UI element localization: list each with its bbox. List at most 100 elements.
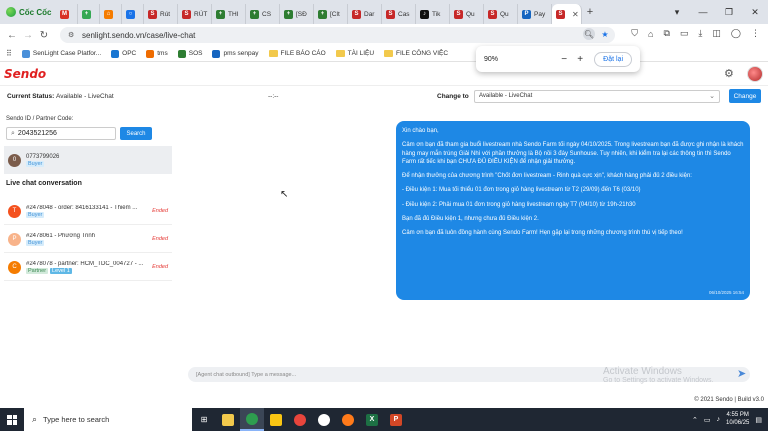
conversation-item[interactable]: P #2478061 - Phương Trinh Buyer Ended: [4, 226, 172, 253]
chat-message-bubble: Xin chào bạn, Cảm ơn bạn đã tham gia buổi…: [396, 121, 750, 300]
send-icon[interactable]: ➤: [737, 367, 746, 380]
close-window-button[interactable]: ✕: [742, 7, 768, 18]
conversation-body: #2478048 - order: 8416133141 - Thiềm ...…: [26, 205, 172, 218]
bookmark-item[interactable]: tms: [146, 49, 168, 58]
profile-icon[interactable]: ◯: [731, 28, 741, 39]
browser-tab[interactable]: P Pay: [518, 4, 552, 24]
browser-tab[interactable]: +: [78, 4, 100, 24]
buyer-badge: Buyer: [26, 211, 45, 218]
browser-tab[interactable]: S Cas: [382, 4, 416, 24]
user-avatar[interactable]: [747, 66, 763, 82]
tab-label: THI: [228, 10, 239, 18]
download-icon[interactable]: ⤓: [698, 28, 702, 39]
activate-windows-watermark: Activate Windows Go to Settings to activ…: [603, 366, 714, 385]
browser-tab[interactable]: M: [56, 4, 78, 24]
browser-tab[interactable]: S Dar: [348, 4, 382, 24]
tab-favicon-icon: +: [318, 9, 327, 19]
change-status-button[interactable]: Change: [729, 89, 761, 103]
status-select[interactable]: Available - LiveChat ⌄: [474, 90, 720, 103]
start-button[interactable]: [0, 408, 24, 431]
app-icon[interactable]: [312, 408, 336, 431]
powerpoint-icon[interactable]: P: [384, 408, 408, 431]
split-view-icon[interactable]: ◫: [712, 28, 721, 39]
folder-icon: [335, 50, 345, 57]
tab-label: Dar: [364, 10, 375, 18]
bookmark-item[interactable]: OPC: [111, 49, 136, 58]
zoom-out-button[interactable]: −: [556, 54, 572, 65]
sticky-notes-icon[interactable]: [264, 408, 288, 431]
bookmark-label: SOS: [188, 50, 203, 57]
browser-tab[interactable]: S RÚT: [178, 4, 212, 24]
tab-favicon-icon: ○: [126, 9, 135, 19]
zoom-in-button[interactable]: +: [572, 54, 588, 65]
browser-tab[interactable]: ♪ Tik: [416, 4, 450, 24]
address-bar[interactable]: ⚙ senlight.sendo.vn/case/live-chat 🔍︎ ★: [60, 27, 615, 43]
customer-result-card[interactable]: 0 0773799026 Buyer: [4, 146, 172, 174]
search-button[interactable]: Search: [120, 127, 152, 140]
volume-icon[interactable]: ♪: [717, 416, 721, 423]
chrome-icon[interactable]: [288, 408, 312, 431]
status-timer: --:--: [268, 93, 279, 100]
browser-brand[interactable]: Cốc Cốc: [0, 0, 56, 24]
taskbar-search[interactable]: ⌕ Type here to search: [24, 408, 192, 431]
close-tab-icon[interactable]: ✕: [572, 10, 579, 19]
bookmark-item[interactable]: pms senpay: [212, 49, 259, 58]
conversation-body: #2478078 - partner: HCM_TDC_004727 - ...…: [26, 261, 172, 274]
restore-button[interactable]: ❐: [716, 7, 742, 18]
bookmark-item[interactable]: SenLight Case Platfor...: [21, 49, 102, 58]
bookmark-item[interactable]: FILE BÁO CÁO: [268, 50, 326, 57]
browser-tab[interactable]: S Qu: [450, 4, 484, 24]
conversation-status: Ended: [152, 236, 168, 242]
shield-icon[interactable]: ⛉: [631, 28, 638, 39]
browser-tab[interactable]: S Qu: [484, 4, 518, 24]
conversation-item[interactable]: C #2478078 - partner: HCM_TDC_004727 - ..…: [4, 254, 172, 281]
bookmark-label: SenLight Case Platfor...: [32, 50, 102, 57]
menu-icon[interactable]: ⋮: [751, 28, 760, 39]
sendo-logo[interactable]: Sendo: [4, 67, 46, 81]
browser-tab[interactable]: S Rút: [144, 4, 178, 24]
coccoc-browser-icon[interactable]: [240, 408, 264, 431]
back-button[interactable]: ←: [4, 30, 20, 41]
sendo-id-search-input[interactable]: ⌕ 2043521256: [6, 127, 116, 140]
reload-button[interactable]: ↻: [36, 30, 52, 41]
new-tab-button[interactable]: +: [582, 6, 598, 18]
browser-tab[interactable]: S ✕: [552, 4, 582, 24]
browser-tab[interactable]: + THI: [212, 4, 246, 24]
file-explorer-icon[interactable]: [216, 408, 240, 431]
conversation-item[interactable]: T #2478048 - order: 8416133141 - Thiềm ..…: [4, 198, 172, 225]
zoom-reset-button[interactable]: Đặt lại: [594, 51, 632, 67]
settings-gear-icon[interactable]: ⚙: [724, 67, 734, 80]
excel-icon[interactable]: X: [360, 408, 384, 431]
browser-tab[interactable]: + [Clt: [314, 4, 348, 24]
extensions-icon[interactable]: ⧉: [663, 28, 669, 39]
site-info-icon[interactable]: ⚙: [68, 31, 76, 39]
browser-tab[interactable]: + CS: [246, 4, 280, 24]
agent-status-bar: Current Status: Available - LiveChat --:…: [0, 86, 768, 108]
task-view-icon[interactable]: ⊞: [192, 408, 216, 431]
apps-grid-icon[interactable]: ⠿: [6, 49, 12, 58]
browser-tab[interactable]: ○: [122, 4, 144, 24]
network-icon[interactable]: ▭: [704, 416, 711, 424]
zoom-icon[interactable]: 🔍︎: [583, 28, 595, 40]
notifications-icon[interactable]: ▤: [755, 416, 762, 424]
zoom-level: 90%: [484, 55, 499, 63]
browser-tab[interactable]: + [SĐ: [280, 4, 314, 24]
tab-favicon-icon: +: [284, 9, 293, 19]
firefox-icon[interactable]: [336, 408, 360, 431]
clock[interactable]: 4:55 PM 10/06/25: [726, 412, 749, 428]
url-text: senlight.sendo.vn/case/live-chat: [82, 30, 196, 40]
bookmark-item[interactable]: SOS: [177, 49, 203, 58]
tab-label: Tik: [432, 10, 441, 18]
bookmark-star-icon[interactable]: ★: [599, 30, 611, 39]
search-icon: ⌕: [11, 129, 15, 137]
sidebar-icon[interactable]: ▭: [680, 28, 689, 39]
coccoc-logo-icon: [6, 7, 16, 17]
tray-arrow-icon[interactable]: ⌃: [692, 416, 698, 424]
translate-icon[interactable]: ⌂: [648, 29, 653, 39]
browser-tab[interactable]: ⌂: [100, 4, 122, 24]
tab-search-icon[interactable]: ▾: [664, 7, 690, 18]
forward-button[interactable]: →: [20, 30, 36, 41]
bookmark-item[interactable]: TÀI LIỆU: [335, 50, 374, 57]
bookmark-item[interactable]: FILE CÔNG VIỆC: [384, 50, 448, 57]
minimize-button[interactable]: —: [690, 7, 716, 17]
